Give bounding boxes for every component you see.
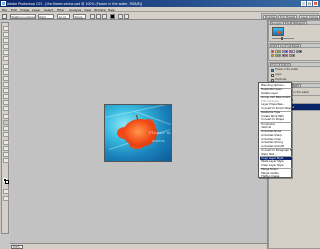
document-caption-line1: Flower in: [149, 130, 171, 135]
crop-tool-icon[interactable]: [3, 50, 9, 55]
quick-mask-icon[interactable]: [3, 189, 9, 194]
water-ripple: [105, 105, 171, 118]
swatch[interactable]: [292, 54, 295, 57]
layer-context-menu: Blending Options... Duplicate Layer... D…: [258, 82, 292, 178]
slice-tool-icon[interactable]: [3, 56, 9, 61]
pen-tool-icon[interactable]: [3, 114, 9, 119]
document-caption-line2: water: [152, 138, 166, 143]
history-step-icon: [271, 73, 274, 77]
eraser-tool-icon[interactable]: [3, 88, 9, 93]
options-bar: Palatino Linotype Italic 12 pt Sharp Bru…: [0, 12, 320, 20]
move-tool-icon[interactable]: [3, 26, 9, 31]
font-size-select[interactable]: 12 pt: [57, 13, 70, 19]
eyedropper-tool-icon[interactable]: [3, 146, 9, 151]
path-selection-tool-icon[interactable]: [3, 126, 9, 131]
tab-info[interactable]: Info: [283, 21, 292, 25]
background-color-swatch[interactable]: [5, 180, 9, 184]
zoom-slider-knob[interactable]: [281, 36, 283, 40]
history-item-label: Layer: [275, 73, 282, 76]
clone-stamp-tool-icon[interactable]: [3, 76, 9, 81]
window-title: Adobe Photoshop CS3 - [the-flower-vector…: [7, 1, 143, 6]
align-right-icon[interactable]: [102, 13, 107, 19]
history-item-label: Flower in the water: [275, 68, 299, 71]
type-tool-icon: [2, 13, 7, 19]
history-brush-tool-icon[interactable]: [3, 82, 9, 87]
font-family-select[interactable]: Palatino Linotype: [10, 13, 36, 19]
blur-tool-icon[interactable]: [3, 100, 9, 105]
swatches-panel-tabs: Color Swatches Styles: [269, 44, 320, 48]
maximize-button[interactable]: □: [307, 1, 312, 6]
shape-tool-icon[interactable]: [3, 132, 9, 137]
workspace: Flower in water: [10, 20, 267, 249]
tab-paths[interactable]: Paths: [291, 84, 302, 88]
history-snapshot-icon: [271, 68, 274, 72]
history-item[interactable]: Flower in the water: [270, 68, 320, 72]
zoom-field[interactable]: 100%: [11, 244, 23, 249]
tab-layer-comps[interactable]: Layer Comps: [299, 14, 320, 19]
menu-item-flatten-image[interactable]: Flatten Image: [260, 175, 292, 179]
tab-histogram[interactable]: Histogram: [291, 21, 307, 25]
hand-tool-icon[interactable]: [3, 152, 9, 157]
brush-tool-icon[interactable]: [3, 70, 9, 75]
history-panel: History Actions Flower in the water Laye…: [268, 62, 320, 82]
minimize-button[interactable]: _: [301, 1, 306, 6]
tab-styles[interactable]: Styles: [290, 44, 301, 48]
navigator-panel: Navigator Info Histogram: [268, 20, 320, 42]
dodge-tool-icon[interactable]: [3, 106, 9, 111]
lasso-tool-icon[interactable]: [3, 38, 9, 43]
font-style-select[interactable]: Italic: [38, 13, 54, 19]
history-item[interactable]: Layer: [270, 73, 320, 77]
status-bar: 100%: [10, 243, 267, 249]
antialias-select[interactable]: Sharp: [73, 13, 86, 19]
photoshop-window: Adobe Photoshop CS3 - [the-flower-vector…: [0, 0, 320, 249]
text-color-swatch[interactable]: [110, 13, 115, 19]
notes-tool-icon[interactable]: [3, 140, 9, 145]
panel-well: Brushes Tool Presets Layer Comps: [261, 13, 320, 19]
toolbox: [1, 22, 9, 234]
zoom-tool-icon[interactable]: [3, 158, 9, 163]
magic-wand-tool-icon[interactable]: [3, 44, 9, 49]
zoom-slider-track[interactable]: [272, 38, 294, 39]
photoshop-logo-icon: [1, 1, 6, 6]
swatch[interactable]: [299, 50, 302, 53]
tab-brushes[interactable]: Brushes: [263, 14, 278, 19]
gradient-tool-icon[interactable]: [3, 94, 9, 99]
screen-mode-icon[interactable]: [3, 196, 9, 201]
document-canvas[interactable]: Flower in water: [104, 104, 172, 162]
navigator-panel-tabs: Navigator Info Histogram: [269, 21, 320, 25]
marquee-tool-icon[interactable]: [3, 32, 9, 37]
close-button[interactable]: ×: [313, 1, 318, 6]
tab-actions[interactable]: Actions: [279, 63, 292, 67]
character-panel-icon[interactable]: [124, 13, 129, 19]
title-bar: Adobe Photoshop CS3 - [the-flower-vector…: [0, 0, 320, 7]
align-center-icon[interactable]: [96, 13, 101, 19]
tab-tool-presets[interactable]: Tool Presets: [278, 14, 298, 19]
swatches-panel: Color Swatches Styles: [268, 43, 320, 61]
type-tool-icon[interactable]: [3, 120, 9, 125]
history-item-label: Duplicate: [275, 78, 287, 81]
warp-text-icon[interactable]: [118, 13, 123, 19]
navigator-thumbnail[interactable]: [272, 27, 284, 36]
history-panel-tabs: History Actions: [269, 63, 320, 67]
align-left-icon[interactable]: [90, 13, 95, 19]
healing-brush-tool-icon[interactable]: [3, 64, 9, 69]
